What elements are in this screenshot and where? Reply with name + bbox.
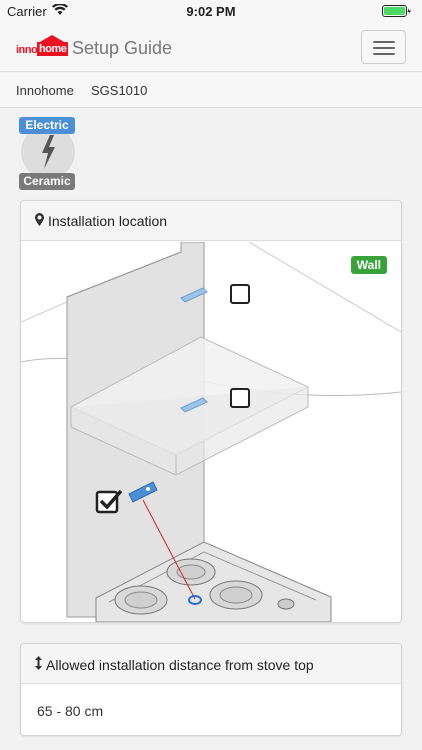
stove-type-selector[interactable]: Electric Ceramic [19, 116, 77, 192]
installation-distance-card: Allowed installation distance from stove… [20, 643, 402, 736]
clock: 9:02 PM [186, 4, 236, 19]
lightning-bolt-icon [42, 135, 55, 169]
installation-distance-value: 65 - 80 cm [37, 703, 104, 719]
wall-badge: Wall [350, 256, 387, 274]
logo-inno: inno [16, 44, 38, 56]
installation-illustration [21, 242, 401, 622]
hamburger-menu-button[interactable] [361, 30, 406, 64]
electric-badge: Electric [19, 117, 75, 134]
map-marker-icon [35, 213, 44, 226]
installation-location-header: Installation location [21, 201, 401, 241]
installation-distance-header: Allowed installation distance from stove… [21, 644, 401, 684]
breadcrumb-item-brand[interactable]: Innohome [16, 83, 74, 98]
breadcrumb-item-model[interactable]: SGS1010 [91, 83, 147, 98]
ceramic-badge: Ceramic [19, 173, 75, 190]
checkbox-middle-position[interactable] [230, 388, 250, 408]
breadcrumb: Innohome SGS1010 [0, 73, 422, 108]
installation-location-card: Installation location Wall [20, 200, 402, 623]
innohome-logo[interactable]: inno home [16, 35, 69, 57]
installation-distance-title: Allowed installation distance from stove… [46, 657, 314, 673]
battery-icon [382, 5, 411, 17]
checkbox-upper-position[interactable] [230, 284, 250, 304]
logo-home: home [37, 42, 69, 56]
navigation-bar: inno home Setup Guide [0, 22, 422, 72]
installation-location-title: Installation location [48, 213, 168, 229]
vertical-arrows-icon [35, 656, 42, 670]
status-bar: Carrier 9:02 PM [0, 0, 422, 22]
checkbox-lower-position[interactable] [95, 489, 123, 514]
hamburger-icon [373, 41, 395, 43]
page-title: Setup Guide [72, 38, 173, 58]
